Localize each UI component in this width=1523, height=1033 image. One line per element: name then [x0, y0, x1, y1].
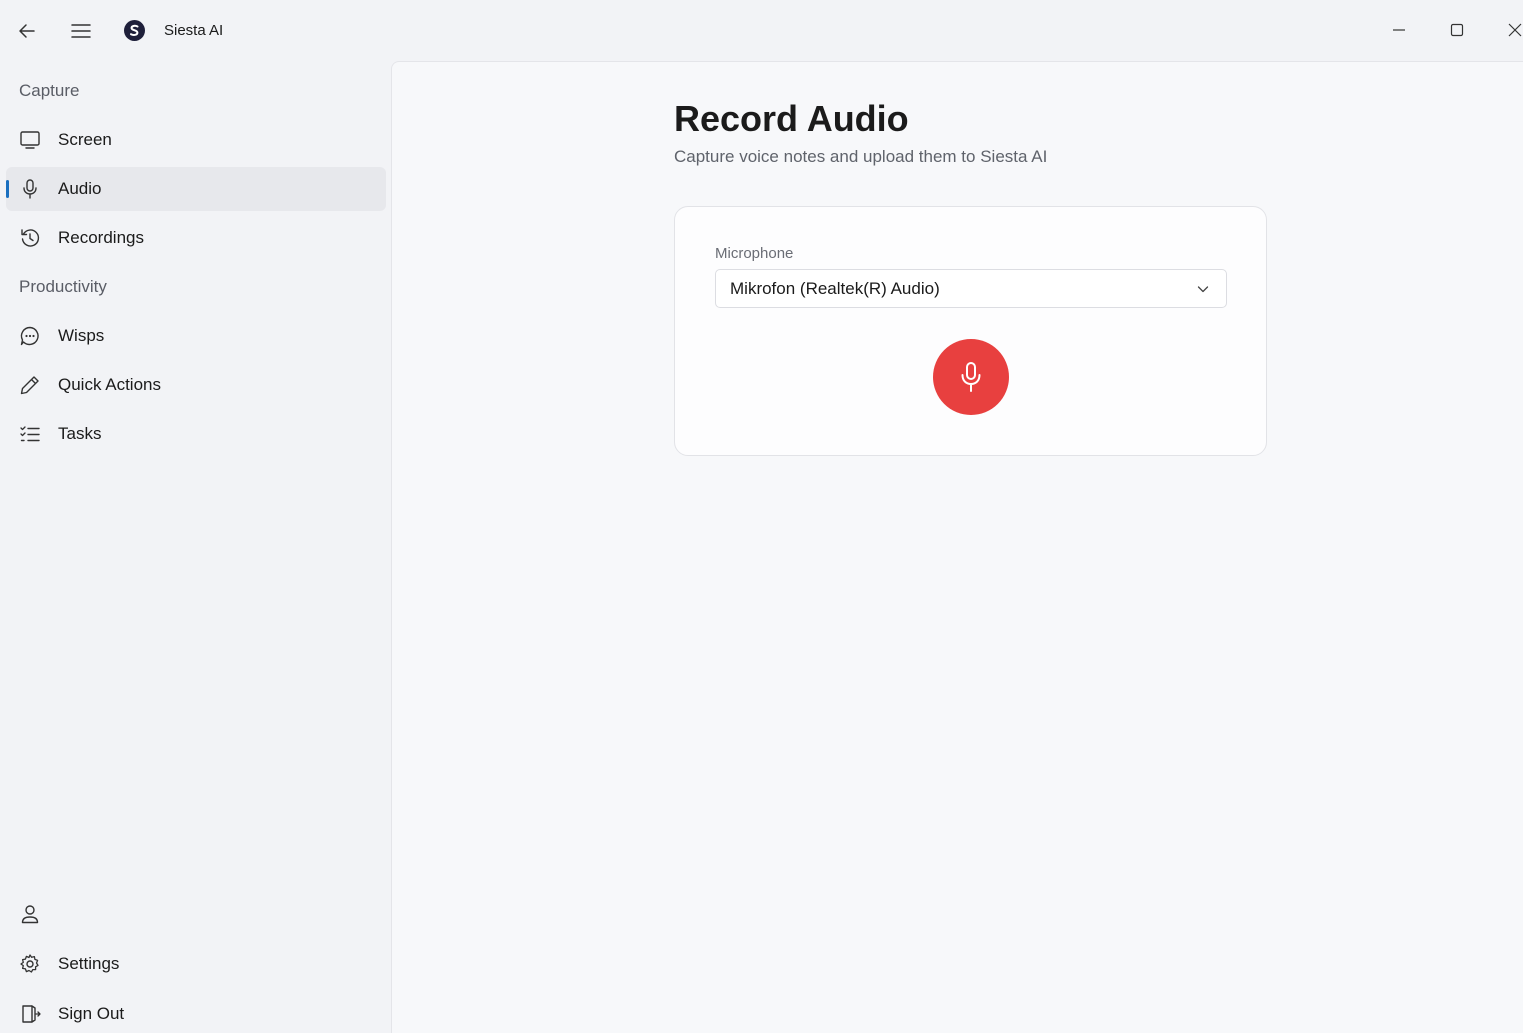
maximize-icon[interactable] [1443, 16, 1471, 44]
sidebar-item-label: Audio [58, 179, 102, 198]
back-arrow-icon[interactable] [14, 18, 40, 44]
sidebar-item-settings[interactable]: Settings [6, 942, 386, 986]
main-content: Record Audio Capture voice notes and upl… [391, 61, 1523, 1033]
monitor-icon [18, 128, 42, 152]
sidebar-item-label: Recordings [58, 228, 144, 247]
hamburger-menu-icon[interactable] [68, 18, 94, 44]
active-indicator [6, 180, 9, 198]
section-label-productivity: Productivity [19, 277, 107, 296]
history-icon [18, 226, 42, 250]
close-icon[interactable] [1501, 16, 1523, 44]
sign-out-icon [18, 1002, 42, 1026]
user-icon [18, 902, 42, 926]
checklist-icon [18, 422, 42, 446]
sidebar: Capture Screen Audio Recordings Producti… [0, 61, 391, 1033]
sidebar-item-label: Wisps [58, 326, 105, 345]
pencil-icon [18, 373, 42, 397]
page-title: Record Audio [674, 98, 909, 139]
sidebar-item-label: Tasks [58, 424, 102, 443]
sidebar-item-tasks[interactable]: Tasks [6, 412, 386, 456]
app-logo [124, 20, 145, 41]
title-bar: Siesta AI [0, 0, 1523, 61]
page-subtitle: Capture voice notes and upload them to S… [674, 147, 1048, 166]
sidebar-item-label: Quick Actions [58, 375, 161, 394]
chevron-down-icon [1194, 280, 1212, 298]
sidebar-item-label: Settings [58, 954, 120, 973]
record-button[interactable] [933, 339, 1009, 415]
app-title: Siesta AI [164, 22, 224, 39]
app-window: Siesta AI Capture Screen Audio Recording… [0, 0, 1523, 1033]
sidebar-item-screen[interactable]: Screen [6, 118, 386, 162]
sidebar-item-label: Screen [58, 130, 112, 149]
microphone-icon [18, 177, 42, 201]
microphone-label: Microphone [715, 245, 794, 262]
sidebar-item-label: Sign Out [58, 1004, 125, 1023]
sidebar-item-sign-out[interactable]: Sign Out [6, 992, 386, 1033]
microphone-select[interactable]: Mikrofon (Realtek(R) Audio) [715, 269, 1227, 308]
chat-bubble-icon [18, 324, 42, 348]
sidebar-item-quick-actions[interactable]: Quick Actions [6, 363, 386, 407]
record-card: Microphone Mikrofon (Realtek(R) Audio) [674, 206, 1267, 456]
sidebar-item-audio[interactable]: Audio [6, 167, 386, 211]
minimize-icon[interactable] [1385, 16, 1413, 44]
microphone-icon [956, 360, 986, 394]
microphone-select-value: Mikrofon (Realtek(R) Audio) [730, 278, 940, 298]
sidebar-item-account[interactable] [6, 892, 386, 936]
sidebar-item-wisps[interactable]: Wisps [6, 314, 386, 358]
gear-icon [18, 952, 42, 976]
sidebar-item-recordings[interactable]: Recordings [6, 216, 386, 260]
section-label-capture: Capture [19, 81, 80, 100]
